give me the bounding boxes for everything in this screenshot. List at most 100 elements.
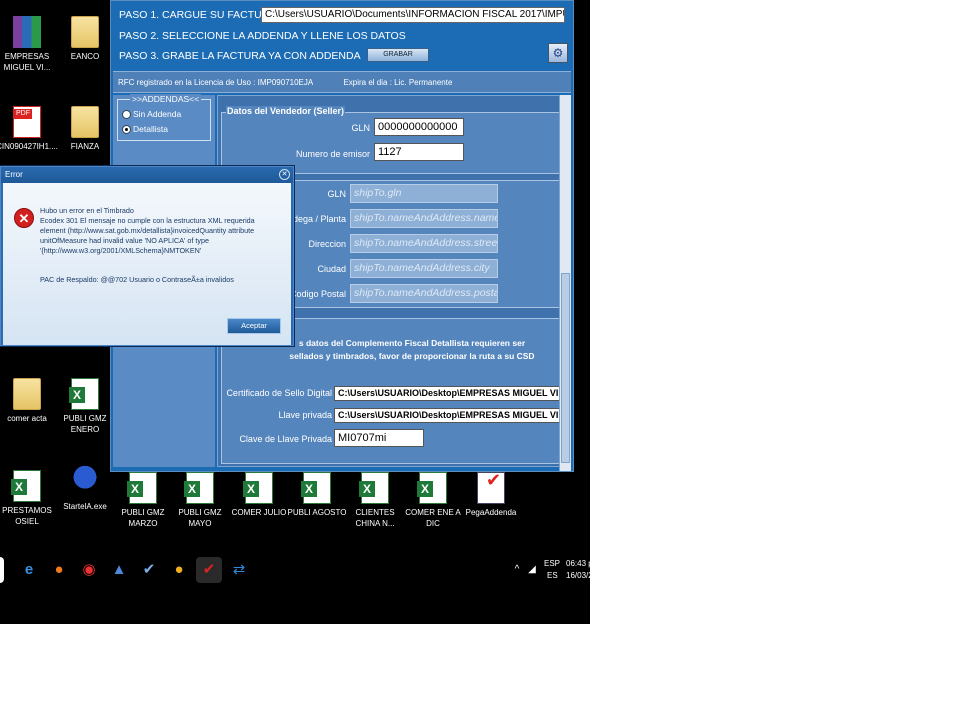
pass-label: Clave de Llave Privada <box>239 434 332 444</box>
desktop-icon-clientes[interactable]: CLIENTES CHINA N... <box>344 472 406 529</box>
wrench-icon: ⚙ <box>552 46 564 60</box>
scrollbar-thumb[interactable] <box>561 273 570 463</box>
key-label: Llave privada <box>278 410 332 420</box>
pac-message: PAC de Respaldo: @@702 Usuario o Contras… <box>40 275 234 284</box>
desktop-icon-publi-marzo[interactable]: PUBLI GMZ MARZO <box>112 472 174 529</box>
folder-icon <box>71 106 99 138</box>
seller-gln-label: GLN <box>351 123 370 133</box>
chevron-up-icon[interactable]: ^ <box>510 557 524 583</box>
pdf-file-icon <box>13 106 41 138</box>
desktop-icon-label: StartelA.exe <box>63 502 107 511</box>
direccion-field[interactable]: shipTo.nameAndAddress.streetA <box>350 234 498 253</box>
cert-path-field[interactable]: C:\Users\USUARIO\Desktop\EMPRESAS MIGUEL… <box>334 386 560 401</box>
desktop-icon-label: COMER ENE A DIC <box>405 508 461 528</box>
license-bar: RFC registrado en la Licencia de Uso : I… <box>113 71 571 93</box>
app-icon[interactable]: ▲ <box>106 557 132 583</box>
desktop-icon-label: PUBLI AGOSTO <box>287 508 347 517</box>
desktop-icon-publi-mayo[interactable]: PUBLI GMZ MAYO <box>169 472 231 529</box>
app-yellow-icon[interactable]: ● <box>166 557 192 583</box>
radio-label: Sin Addenda <box>133 109 182 119</box>
desktop-icon-pegaaddenda[interactable]: PegaAddenda <box>460 472 522 518</box>
desktop-icon-comer-acta[interactable]: comer acta <box>0 378 58 424</box>
desktop-icon-label: PUBLI GMZ MAYO <box>178 508 222 528</box>
radio-sin-addenda[interactable]: Sin Addenda <box>122 109 181 119</box>
excel-file-icon <box>243 472 273 504</box>
lang-indicator: ESP <box>544 559 561 568</box>
settings-tool-button[interactable]: ⚙ <box>548 43 568 63</box>
dialog-titlebar[interactable]: Error <box>1 167 293 183</box>
mario-app-icon <box>71 466 99 498</box>
addendas-title: >>ADDENDAS<< <box>130 94 202 104</box>
desktop-icon-comer-julio[interactable]: COMER JULIO <box>228 472 290 518</box>
ie-icon[interactable]: e <box>16 557 42 583</box>
desktop-icon-publi-agosto[interactable]: PUBLI AGOSTO <box>286 472 348 518</box>
excel-file-icon <box>184 472 214 504</box>
seller-gln-field[interactable]: 0000000000000 <box>374 118 464 136</box>
error-line2: Ecodex 301 El mensaje no cumple con la e… <box>40 216 255 255</box>
folder-icon <box>13 378 41 410</box>
expira-text: Expira el dia : Lic. Permanente <box>343 78 453 87</box>
desktop-icon-empresas[interactable]: EMPRESAS MIGUEL VI... <box>0 16 58 73</box>
clock-time: 06:43 p <box>566 559 590 568</box>
form-scrollbar[interactable] <box>559 95 571 471</box>
shipto-gln-field[interactable]: shipTo.gln <box>350 184 498 203</box>
pegaaddenda-taskbar-icon[interactable]: ✔ <box>196 557 222 583</box>
network-icon[interactable]: ◢ <box>525 557 539 583</box>
error-message: Hubo un error en el Timbrado Ecodex 301 … <box>40 206 280 256</box>
desktop-icon-label: PUBLI GMZ ENERO <box>63 414 107 434</box>
lang-sub-indicator: ES <box>547 571 558 580</box>
desktop-icon-label: comer acta <box>7 414 47 423</box>
taskbar: e ● ◉ ▲ ✔ ● ✔ ⇄ ^ ◢ ESP ES 06:43 p 16/03… <box>0 552 590 590</box>
radio-label: Detallista <box>133 124 168 134</box>
winrar-icon <box>13 16 41 48</box>
pegaaddenda-app-icon <box>477 472 505 504</box>
emisor-field[interactable]: 1127 <box>374 143 464 161</box>
step2-label: PASO 2. SELECCIONE LA ADDENDA Y LLENE LO… <box>119 30 406 42</box>
emisor-label: Numero de emisor <box>295 149 370 159</box>
radio-selected-icon <box>122 124 131 134</box>
radio-detallista[interactable]: Detallista <box>122 124 168 134</box>
desktop-icon-prestamos[interactable]: PRESTAMOS OSIEL <box>0 470 58 527</box>
firefox-icon[interactable]: ● <box>46 557 72 583</box>
desktop-icon-startela[interactable]: StartelA.exe <box>54 466 116 512</box>
cp-field[interactable]: shipTo.nameAndAddress.postalC <box>350 284 498 303</box>
desktop-icon-comer-ene[interactable]: COMER ENE A DIC <box>402 472 464 529</box>
csd-message-line1: s datos del Complemento Fiscal Detallist… <box>298 338 526 348</box>
key-password-field[interactable]: MI0707mi <box>334 429 424 447</box>
bodega-field[interactable]: shipTo.nameAndAddress.name <box>350 209 498 228</box>
desktop-icon-label: EANCO <box>70 52 100 61</box>
cert-label: Certificado de Sello Digital <box>226 388 332 398</box>
step1-label: PASO 1. CARGUE SU FACTURA <box>119 9 277 21</box>
error-line1: Hubo un error en el Timbrado <box>40 206 134 215</box>
key-path-field[interactable]: C:\Users\USUARIO\Desktop\EMPRESAS MIGUEL… <box>334 408 560 423</box>
excel-file-icon <box>359 472 389 504</box>
clock-date: 16/03/2 <box>566 571 590 580</box>
desktop-icon-publi-enero[interactable]: PUBLI GMZ ENERO <box>54 378 116 435</box>
csd-message-line2: sellados y timbrados, favor de proporcio… <box>289 351 535 361</box>
dialog-title: Error <box>5 170 23 179</box>
step3-label: PASO 3. GRABE LA FACTURA YA CON ADDENDA <box>119 50 361 62</box>
invoice-path-field[interactable]: C:\Users\USUARIO\Documents\INFORMACION F… <box>261 7 565 23</box>
seller-group: Datos del Vendedor (Seller) GLN 00000000… <box>221 106 563 174</box>
desktop-icon-fianza[interactable]: FIANZA <box>54 106 116 152</box>
vscode-icon[interactable]: ✔ <box>136 557 162 583</box>
ciudad-field[interactable]: shipTo.nameAndAddress.city <box>350 259 498 278</box>
aceptar-button[interactable]: Aceptar <box>227 318 281 334</box>
desktop-icon-eanco[interactable]: EANCO <box>54 16 116 62</box>
desktop-icon-label: FIANZA <box>70 142 100 151</box>
screenshot-area: EMPRESAS MIGUEL VI... EANCO CIN090427IH1… <box>0 0 590 624</box>
desktop-icon-label: EMPRESAS MIGUEL VI... <box>3 52 51 72</box>
start-button[interactable] <box>0 557 4 583</box>
chrome-icon[interactable]: ◉ <box>76 557 102 583</box>
grabar-button[interactable]: GRABAR <box>367 48 429 62</box>
desktop-icon-label: CLIENTES CHINA N... <box>355 508 395 528</box>
desktop-icon-label: PUBLI GMZ MARZO <box>121 508 165 528</box>
desktop-icon-label: PRESTAMOS OSIEL <box>2 506 52 526</box>
rfc-text: RFC registrado en la Licencia de Uso : I… <box>118 78 314 87</box>
close-icon[interactable]: ✕ <box>279 169 290 180</box>
teamviewer-icon[interactable]: ⇄ <box>226 557 252 583</box>
error-icon: ✕ <box>14 208 34 228</box>
desktop-icon-cin-pdf[interactable]: CIN090427IH1.... <box>0 106 58 152</box>
desktop-icon-label: CIN090427IH1.... <box>0 142 58 151</box>
excel-file-icon <box>11 470 41 502</box>
